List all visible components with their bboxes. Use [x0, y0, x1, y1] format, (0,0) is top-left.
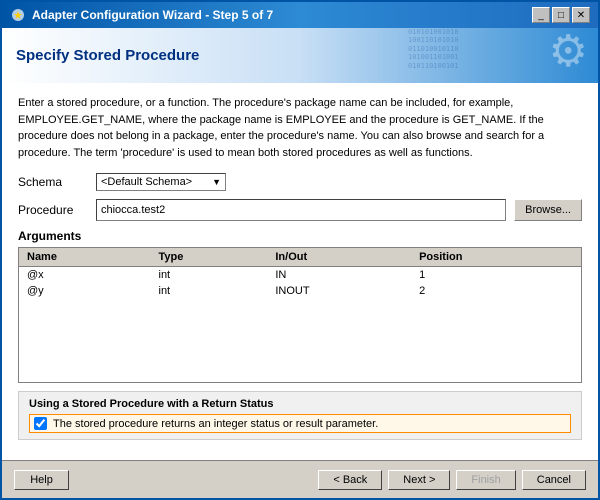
- page-title: Specify Stored Procedure: [16, 47, 199, 64]
- return-status-section: Using a Stored Procedure with a Return S…: [18, 391, 582, 440]
- col-header-name: Name: [19, 248, 151, 267]
- minimize-button[interactable]: _: [532, 7, 550, 23]
- col-header-type: Type: [151, 248, 268, 267]
- table-cell-type: int: [151, 267, 268, 284]
- header-banner: 010101001010 100110101010 011010010110 1…: [2, 28, 598, 83]
- return-status-checkbox[interactable]: [34, 417, 47, 430]
- schema-row: Schema <Default Schema> ▼: [18, 173, 582, 191]
- back-button[interactable]: < Back: [318, 470, 382, 490]
- table-cell-position: 2: [411, 283, 581, 299]
- procedure-label: Procedure: [18, 203, 88, 217]
- window-title: Adapter Configuration Wizard - Step 5 of…: [32, 8, 526, 22]
- table-cell-name: @y: [19, 283, 151, 299]
- cancel-button[interactable]: Cancel: [522, 470, 586, 490]
- table-row: @yintINOUT2: [19, 283, 581, 299]
- window-icon: [10, 7, 26, 23]
- browse-button[interactable]: Browse...: [514, 199, 582, 221]
- title-bar: Adapter Configuration Wizard - Step 5 of…: [2, 2, 598, 28]
- decorative-pattern: 010101001010 100110101010 011010010110 1…: [408, 28, 528, 83]
- return-status-checkbox-label: The stored procedure returns an integer …: [53, 418, 378, 430]
- procedure-input[interactable]: [96, 199, 506, 221]
- return-status-title: Using a Stored Procedure with a Return S…: [29, 398, 571, 410]
- footer-right: < Back Next > Finish Cancel: [318, 470, 586, 490]
- gear-icon: ⚙: [549, 30, 588, 74]
- table-cell-position: 1: [411, 267, 581, 284]
- main-content: Enter a stored procedure, or a function.…: [2, 83, 598, 460]
- table-cell-inout: IN: [267, 267, 411, 284]
- maximize-button[interactable]: □: [552, 7, 570, 23]
- schema-label: Schema: [18, 175, 88, 189]
- arguments-table: Name Type In/Out Position @xintIN1@yintI…: [19, 248, 581, 299]
- table-cell-name: @x: [19, 267, 151, 284]
- table-row: @xintIN1: [19, 267, 581, 284]
- schema-dropdown-value: <Default Schema>: [101, 176, 208, 188]
- window-controls: _ □ ✕: [532, 7, 590, 23]
- finish-button[interactable]: Finish: [456, 470, 515, 490]
- footer: Help < Back Next > Finish Cancel: [2, 460, 598, 498]
- chevron-down-icon: ▼: [212, 177, 221, 187]
- table-cell-inout: INOUT: [267, 283, 411, 299]
- col-header-position: Position: [411, 248, 581, 267]
- description-text: Enter a stored procedure, or a function.…: [18, 95, 582, 161]
- checkbox-highlight-row: The stored procedure returns an integer …: [29, 414, 571, 433]
- footer-left: Help: [14, 470, 69, 490]
- schema-dropdown[interactable]: <Default Schema> ▼: [96, 173, 226, 191]
- wizard-window: Adapter Configuration Wizard - Step 5 of…: [0, 0, 600, 500]
- arguments-panel: Name Type In/Out Position @xintIN1@yintI…: [18, 247, 582, 383]
- help-button[interactable]: Help: [14, 470, 69, 490]
- close-button[interactable]: ✕: [572, 7, 590, 23]
- col-header-inout: In/Out: [267, 248, 411, 267]
- table-cell-type: int: [151, 283, 268, 299]
- arguments-section-title: Arguments: [18, 229, 582, 243]
- procedure-row: Procedure Browse...: [18, 199, 582, 221]
- next-button[interactable]: Next >: [388, 470, 450, 490]
